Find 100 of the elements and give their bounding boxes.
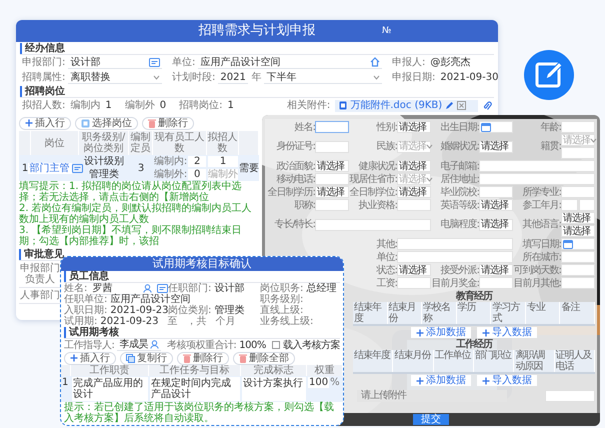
field-label: 申报人: <box>392 57 426 68</box>
select-field[interactable]: 请选择 <box>397 160 431 172</box>
trash-icon <box>239 354 247 362</box>
field-label: 入职日期: <box>64 305 108 316</box>
attachment-field[interactable]: 万能附件.doc (9KB) <box>335 100 478 112</box>
input-field[interactable]: 编制外 <box>208 169 238 180</box>
column-header: 结束月份 <box>393 350 434 372</box>
input-field[interactable]: 设计部 <box>68 56 162 68</box>
field-label: 目前月其他: <box>513 278 561 288</box>
field-label: 岗位职务: <box>260 283 304 294</box>
add-button[interactable]: 添加数据 <box>411 375 471 386</box>
input-field[interactable]: 2 <box>188 156 206 167</box>
field-label: 试用期: <box>64 316 98 327</box>
edit-icon <box>524 50 574 100</box>
add-button[interactable]: 导入数据 <box>477 375 537 386</box>
text-area[interactable]: 在规定时间内完成产品设计 <box>150 377 240 401</box>
calendar-icon <box>563 239 573 249</box>
field-label: 出生日期: <box>440 122 479 132</box>
toolbar-button[interactable]: 删除行 <box>142 116 194 130</box>
field-label: 相关附件: <box>286 100 330 111</box>
plus-icon <box>416 328 424 336</box>
field-label: 接受外派: <box>440 264 479 276</box>
unit-label: 年 <box>251 72 262 83</box>
field-label: 现居住省市: <box>349 174 397 184</box>
field-label: 申报部门: <box>22 57 66 68</box>
upload-field[interactable]: 请上传附件 <box>357 390 507 402</box>
field-label: 电脑程度: <box>440 219 479 230</box>
toolbar-button[interactable]: 插入行 <box>64 352 116 364</box>
toolbar-button[interactable]: 删除行 <box>177 352 229 364</box>
field-label: 编制外: <box>154 169 188 180</box>
field-label: 年龄: <box>540 122 561 132</box>
text-area[interactable]: 设计方案执行 <box>242 377 306 401</box>
field-label: 全日制学位: <box>349 186 397 198</box>
field-label: 目前月奖金: <box>431 278 479 288</box>
calendar-icon <box>481 122 491 132</box>
select-field[interactable]: 请选择 <box>479 140 513 152</box>
row-number: 1 <box>20 162 30 176</box>
field-label: 政治面貌: <box>276 160 315 172</box>
toolbar-button[interactable]: 选择岗位 <box>75 116 138 130</box>
home-icon <box>370 57 380 67</box>
select-field[interactable]: 请选择 <box>397 186 431 198</box>
field-label: 姓名: <box>64 283 88 294</box>
select-field[interactable]: 请选择 <box>479 199 513 211</box>
pencil-icon <box>445 101 454 110</box>
dropdown[interactable]: 离职替换 <box>68 72 162 84</box>
input-field[interactable] <box>315 121 349 133</box>
select-field[interactable]: 请选择 <box>315 160 349 172</box>
add-button[interactable]: 添加数据 <box>411 327 471 338</box>
input-field[interactable]: 100 <box>308 377 330 388</box>
field-label: 所在城市: <box>522 252 561 262</box>
unit-label: % <box>330 377 340 388</box>
field-label: 参工年月: <box>522 200 561 210</box>
input-field[interactable]: 部门主管 <box>28 162 72 174</box>
select-field[interactable]: 请选择 <box>561 225 595 237</box>
text-area[interactable]: 完成产品应用的设计 <box>72 377 148 401</box>
field-value: 2021-09-23 <box>110 305 168 316</box>
submit-button[interactable]: 提交 <box>413 414 449 425</box>
select-field[interactable]: 请选择 <box>479 264 513 276</box>
input-field[interactable]: 李成昊 <box>117 339 161 351</box>
window-title: 试用期考核目标确认 <box>61 257 343 271</box>
select-field[interactable]: 请选择 <box>397 264 431 276</box>
field-label: 身份证号: <box>276 141 315 152</box>
toolbar-button[interactable]: 插入行 <box>19 116 71 130</box>
checkbox[interactable] <box>272 341 280 349</box>
input-field[interactable]: 应用产品设计空间 <box>198 56 382 68</box>
input-field[interactable]: 罗茜 <box>90 282 154 294</box>
field-label: 工作指导人: <box>64 340 114 350</box>
field-label: 其他: <box>376 238 397 250</box>
column-header: 离职/调动原因 <box>514 350 555 372</box>
field-label: 业务线上级: <box>260 316 314 327</box>
column-header: 工作单位 <box>434 350 474 372</box>
input-field[interactable]: 1 <box>208 156 238 167</box>
select-field[interactable]: 请选择 <box>479 218 513 230</box>
field-label: 编制内 <box>70 100 100 111</box>
column-header: 学习方式 <box>491 302 526 324</box>
field-label: ，共 <box>186 316 206 327</box>
select-field[interactable]: 请选择 <box>397 121 431 133</box>
toolbar-button[interactable]: 复制行 <box>120 352 173 364</box>
date-field[interactable] <box>561 238 595 250</box>
select-field[interactable]: 请选择 <box>561 212 595 224</box>
field-label: 计划时段: <box>172 72 216 83</box>
input-field[interactable]: 2021 <box>218 72 248 84</box>
date-field[interactable] <box>479 121 513 133</box>
field-label: 编制外 <box>124 100 155 111</box>
toolbar-button[interactable]: 删除全部 <box>233 352 295 364</box>
column-header: 结束年度 <box>353 302 388 324</box>
dropdown[interactable]: 下半年 <box>264 72 382 84</box>
input-field[interactable]: 0 <box>188 169 206 180</box>
field-label: 申报日期: <box>392 72 436 83</box>
trash-icon <box>183 354 191 362</box>
file-link[interactable]: 万能附件.doc (9KB) <box>350 100 442 111</box>
field-label: 全日制学历: <box>267 186 315 198</box>
row-number: 1 <box>61 376 70 390</box>
field-label: 专长/特长: <box>273 219 315 230</box>
add-button[interactable]: 导入数据 <box>477 327 537 338</box>
plus-icon <box>482 328 490 336</box>
column-header: 结束年度 <box>353 350 394 372</box>
select-field[interactable]: 请选择 <box>315 186 349 198</box>
field-label: 任职部门: <box>168 283 212 294</box>
field-label: 婚姻状况: <box>440 141 479 152</box>
